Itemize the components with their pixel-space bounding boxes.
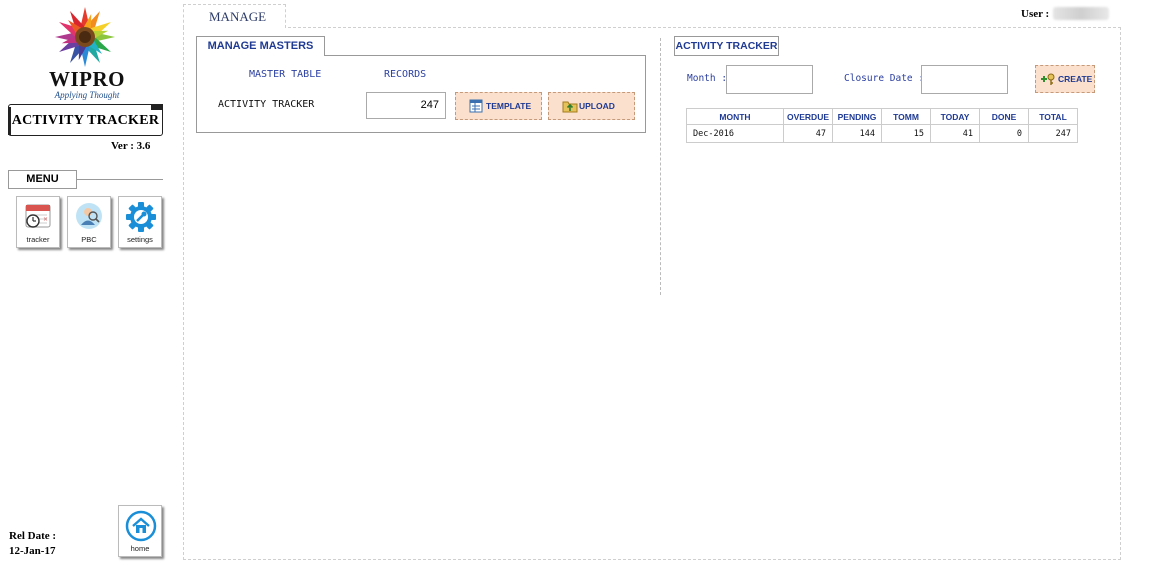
column-header-today: TODAY: [930, 108, 980, 125]
cell-total: 247: [1028, 124, 1078, 143]
master-row-label: ACTIVITY TRACKER: [218, 99, 315, 110]
menu-label: MENU: [8, 170, 77, 189]
menu-tile-label: PBC: [81, 235, 97, 244]
app-title-box: ACTIVITY TRACKER: [8, 104, 163, 136]
menu-tile-label: tracker: [26, 235, 50, 244]
month-input[interactable]: [726, 65, 813, 94]
svg-text:×: ×: [43, 216, 48, 223]
create-button-label: CREATE: [1058, 74, 1093, 84]
upload-button-label: UPLOAD: [579, 101, 615, 111]
column-header-total: TOTAL: [1028, 108, 1078, 125]
home-icon: [125, 510, 157, 542]
add-key-icon: [1041, 73, 1055, 85]
panel-divider: [660, 38, 661, 295]
home-button-label: home: [130, 544, 150, 553]
cell-overdue: 47: [783, 124, 833, 143]
month-label: Month :: [687, 73, 728, 84]
tab-manage[interactable]: MANAGE: [183, 4, 286, 28]
template-icon: [469, 99, 483, 113]
manage-masters-tab: MANAGE MASTERS: [196, 36, 325, 56]
master-table-header: MASTER TABLE: [249, 69, 322, 80]
gear-icon: [126, 202, 156, 232]
closure-date-label: Closure Date :: [844, 73, 925, 84]
brand-name: WIPRO: [49, 67, 125, 91]
closure-date-input[interactable]: [921, 65, 1008, 94]
cell-month: Dec-2016: [686, 124, 784, 143]
activity-tracker-tab: ACTIVITY TRACKER: [674, 36, 779, 56]
column-header-done: DONE: [979, 108, 1029, 125]
column-header-overdue: OVERDUE: [783, 108, 833, 125]
template-button[interactable]: TEMPLATE: [455, 92, 542, 120]
sunflower-logo-icon: [55, 7, 115, 67]
template-button-label: TEMPLATE: [486, 101, 532, 111]
upload-button[interactable]: UPLOAD: [548, 92, 635, 120]
home-button[interactable]: home: [118, 505, 162, 557]
upload-icon: [562, 101, 578, 113]
cell-done: 0: [979, 124, 1029, 143]
release-date-value: 12-Jan-17: [9, 545, 56, 557]
app-version: Ver : 3.6: [111, 140, 151, 152]
cell-tomm: 15: [881, 124, 931, 143]
user-label: User :: [1021, 8, 1050, 20]
menu-tile-pbc[interactable]: PBC: [67, 196, 111, 248]
column-header-tomm: TOMM: [881, 108, 931, 125]
menu-tile-tracker[interactable]: × tracker: [16, 196, 60, 248]
user-name-redacted: [1053, 7, 1109, 20]
column-header-month: MONTH: [686, 108, 784, 125]
records-header: RECORDS: [384, 69, 427, 80]
brand-tagline: Applying Thought: [54, 90, 120, 100]
create-button[interactable]: CREATE: [1035, 65, 1095, 93]
table-header-row: MONTH OVERDUE PENDING TOMM TODAY DONE TO…: [686, 108, 1078, 125]
column-header-pending: PENDING: [832, 108, 882, 125]
person-search-icon: [76, 203, 102, 229]
app-title: ACTIVITY TRACKER: [11, 113, 160, 128]
records-count: 247: [366, 92, 446, 119]
activity-summary-table: MONTH OVERDUE PENDING TOMM TODAY DONE TO…: [686, 108, 1078, 143]
menu-divider: [77, 179, 163, 180]
release-date-label: Rel Date :: [9, 530, 57, 542]
menu-tile-label: settings: [127, 235, 153, 244]
cell-pending: 144: [832, 124, 882, 143]
wipro-logo: WIPRO Applying Thought: [44, 6, 134, 100]
table-row[interactable]: Dec-2016 47 144 15 41 0 247: [686, 124, 1078, 143]
calendar-clock-icon: ×: [25, 204, 51, 228]
menu-tile-settings[interactable]: settings: [118, 196, 162, 248]
cell-today: 41: [930, 124, 980, 143]
